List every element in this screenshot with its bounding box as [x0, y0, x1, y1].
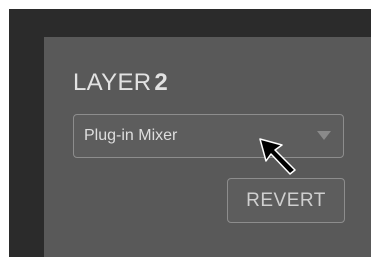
revert-button[interactable]: REVERT [227, 178, 345, 223]
panel-title: LAYER 2 [73, 69, 168, 97]
layer-panel: LAYER 2 Plug-in Mixer REVERT [44, 37, 371, 257]
panel-title-label: LAYER [73, 69, 152, 96]
layer-number: 2 [154, 69, 169, 96]
plugin-select-dropdown[interactable]: Plug-in Mixer [73, 114, 344, 158]
chevron-down-icon [317, 131, 331, 140]
plugin-select-value: Plug-in Mixer [84, 127, 178, 144]
mouse-pointer-icon [259, 138, 296, 175]
